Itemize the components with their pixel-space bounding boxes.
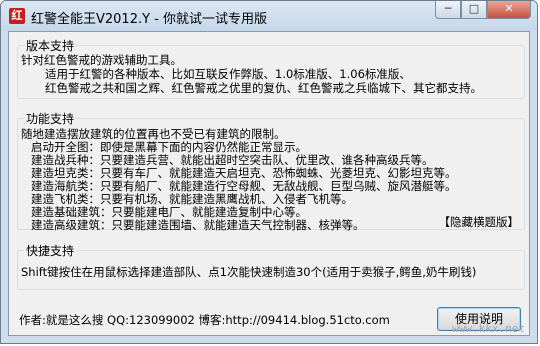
app-icon: 红 xyxy=(9,8,25,24)
title-bar[interactable]: 红 红警全能王V2012.Y - 你就试一试专用版 ─ □ ✕ xyxy=(1,1,537,31)
watermark-text: www.kkx.net xyxy=(452,322,525,335)
maximize-button[interactable]: □ xyxy=(461,1,487,19)
minimize-button[interactable]: ─ xyxy=(435,1,461,19)
main-window: 红 红警全能王V2012.Y - 你就试一试专用版 ─ □ ✕ 版本支持 针对红… xyxy=(0,0,538,344)
author-info: 作者:就是这么搜 QQ:123099002 博客:http://09414.bl… xyxy=(19,313,390,327)
version-line-3: 红色警戒之共和国之辉、红色警戒之优里的复仇、红色警戒之兵临城下、其它都支持。 xyxy=(45,81,482,95)
hotkey-text: Shift键按住在用鼠标选择建造部队、点1次能快速制造30个(适用于卖猴子,鳄鱼… xyxy=(21,265,477,279)
close-button[interactable]: ✕ xyxy=(487,1,531,19)
caption-buttons: ─ □ ✕ xyxy=(435,1,531,21)
hotkey-support-legend: 快捷支持 xyxy=(26,244,75,258)
feature-line-8: 建造高级建筑：只要能建造围墙、就能建造天气控制器、核弹等。 xyxy=(31,218,365,232)
window-title: 红警全能王V2012.Y - 你就试一试专用版 xyxy=(31,12,268,27)
hidden-version-link[interactable]: 【隐藏横题版】 xyxy=(439,214,520,230)
client-area: 版本支持 针对红色警戒的游戏辅助工具。 适用于红警的各种版本、比如互联反作弊版、… xyxy=(8,31,530,336)
feature-support-legend: 功能支持 xyxy=(26,112,75,126)
